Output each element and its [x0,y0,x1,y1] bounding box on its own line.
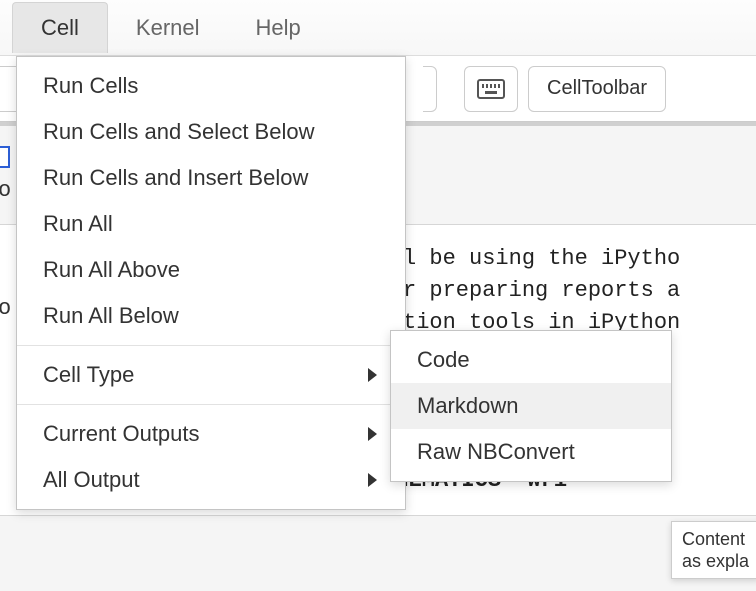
menu-run-cells[interactable]: Run Cells [17,63,405,109]
celltoolbar-button[interactable]: CellToolbar [528,66,666,112]
cell-prompt-selected [0,146,10,168]
menu-run-select-below-label: Run Cells and Select Below [43,119,314,145]
chevron-right-icon [368,427,377,441]
cell-type-submenu: Code Markdown Raw NBConvert [390,330,672,482]
chevron-right-icon [368,368,377,382]
submenu-markdown[interactable]: Markdown [391,383,671,429]
menu-run-all[interactable]: Run All [17,201,405,247]
submenu-raw[interactable]: Raw NBConvert [391,429,671,475]
tooltip: Content as expla [671,521,756,579]
menu-all-output-label: All Output [43,467,140,493]
cell-prompt-o: o [0,178,11,203]
menu-run-cells-label: Run Cells [43,73,138,99]
chevron-right-icon [368,473,377,487]
tooltip-line-1: Content [682,528,749,550]
menu-run-all-below[interactable]: Run All Below [17,293,405,339]
menu-kernel[interactable]: Kernel [108,3,228,53]
menu-run-all-above-label: Run All Above [43,257,180,283]
menu-run-all-above[interactable]: Run All Above [17,247,405,293]
cell-prompt-o-2: o [0,296,11,321]
cell-line-2: r preparing reports a [403,275,756,307]
menu-run-select-below[interactable]: Run Cells and Select Below [17,109,405,155]
menu-all-output[interactable]: All Output [17,457,405,503]
menu-run-all-label: Run All [43,211,113,237]
tooltip-line-2: as expla [682,550,749,572]
menu-run-all-below-label: Run All Below [43,303,179,329]
menu-run-insert-below[interactable]: Run Cells and Insert Below [17,155,405,201]
menu-cell-type-label: Cell Type [43,362,134,388]
bracket-stub [423,66,437,112]
keyboard-icon [477,79,505,99]
keyboard-shortcuts-button[interactable] [464,66,518,112]
cell-line-1: l be using the iPytho [403,243,756,275]
menu-current-outputs-label: Current Outputs [43,421,200,447]
submenu-code[interactable]: Code [391,337,671,383]
cell-dropdown: Run Cells Run Cells and Select Below Run… [16,56,406,510]
menu-run-insert-below-label: Run Cells and Insert Below [43,165,308,191]
menu-help[interactable]: Help [228,3,329,53]
menu-current-outputs[interactable]: Current Outputs [17,411,405,457]
menubar: Cell Kernel Help [0,0,756,56]
menu-cell-type[interactable]: Cell Type [17,352,405,398]
menu-cell[interactable]: Cell [12,2,108,53]
dropdown-divider-1 [17,345,405,346]
dropdown-divider-2 [17,404,405,405]
